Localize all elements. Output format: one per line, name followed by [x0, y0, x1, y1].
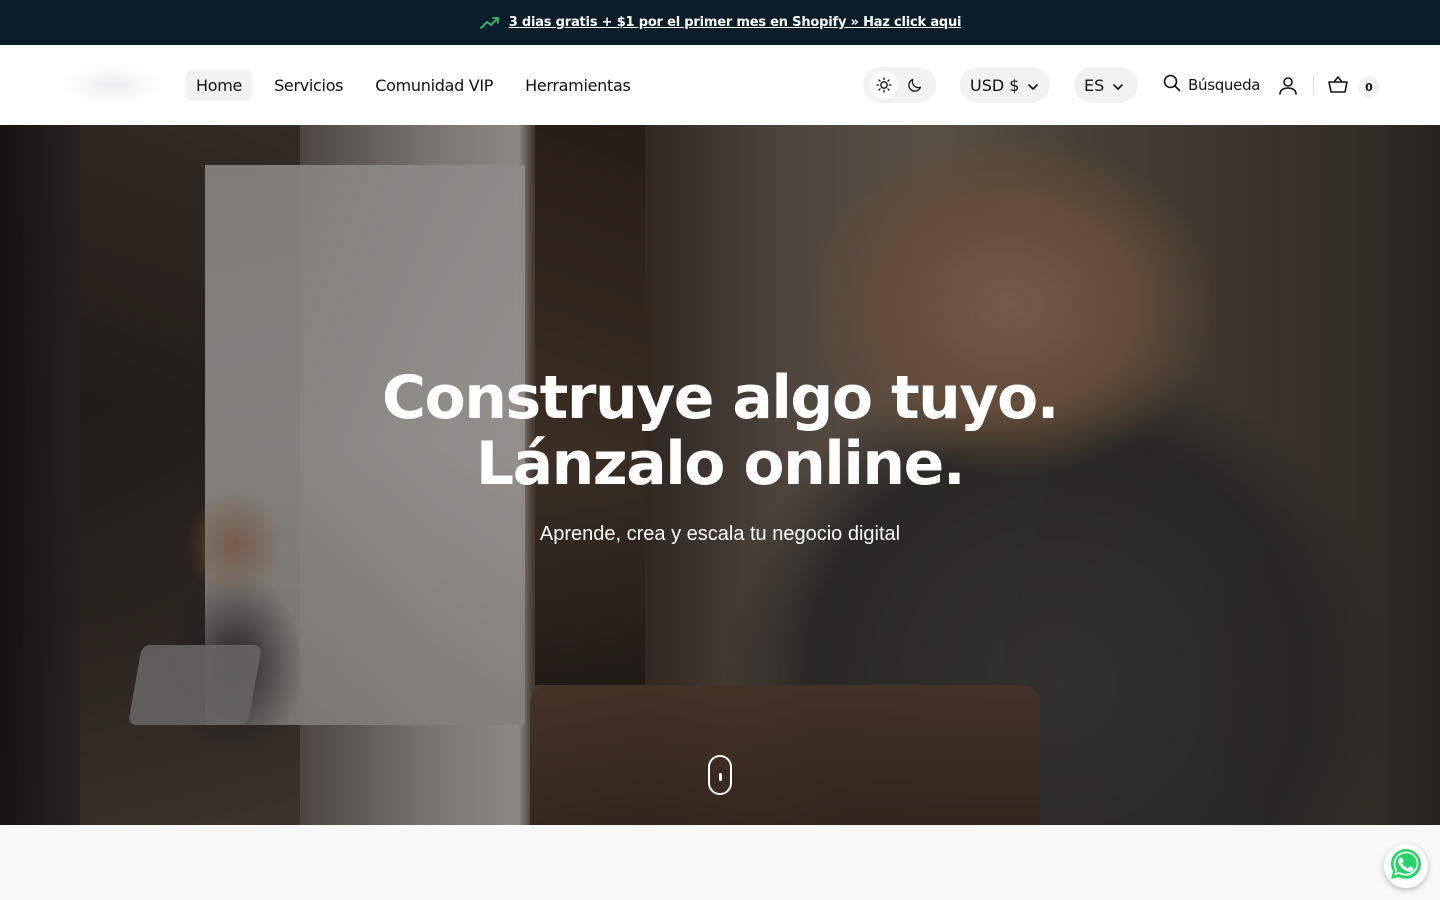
- whatsapp-button[interactable]: [1384, 844, 1428, 888]
- whatsapp-icon: [1388, 846, 1424, 886]
- hero-subtitle: Aprende, crea y escala tu negocio digita…: [539, 523, 901, 545]
- cart-button[interactable]: 0: [1326, 73, 1380, 101]
- language-selector[interactable]: ES: [1074, 67, 1138, 103]
- search-label: Búsqueda: [1188, 76, 1261, 94]
- currency-label: USD $: [970, 75, 1020, 95]
- announcement-bar: 3 dias gratis + $1 por el primer mes en …: [0, 0, 1440, 45]
- sun-icon[interactable]: [870, 71, 899, 99]
- scroll-down-icon[interactable]: [708, 755, 732, 795]
- nav-item-home[interactable]: Home: [186, 70, 253, 101]
- language-label: ES: [1084, 75, 1105, 95]
- site-logo[interactable]: [64, 65, 160, 105]
- nav-item-herramientas[interactable]: Herramientas: [515, 70, 640, 101]
- hero-title-line1: Construye algo tuyo.: [382, 363, 1060, 433]
- currency-selector[interactable]: USD $: [960, 67, 1050, 103]
- moon-icon[interactable]: [901, 71, 929, 99]
- trending-up-icon: [479, 12, 501, 34]
- hero-banner: Construye algo tuyo. Lánzalo online. Apr…: [0, 125, 1440, 825]
- announcement-link[interactable]: 3 dias gratis + $1 por el primer mes en …: [509, 15, 962, 30]
- theme-toggle: [863, 67, 936, 103]
- main-nav: Home Servicios Comunidad VIP Herramienta…: [186, 70, 653, 101]
- search-icon: [1162, 73, 1182, 97]
- nav-item-comunidad-vip[interactable]: Comunidad VIP: [365, 70, 503, 101]
- scroll-wheel: [719, 773, 722, 781]
- user-icon[interactable]: [1276, 74, 1300, 98]
- search-button[interactable]: Búsqueda: [1162, 73, 1260, 97]
- next-section: [0, 825, 1440, 900]
- site-header: Home Servicios Comunidad VIP Herramienta…: [0, 45, 1440, 125]
- chevron-down-icon: [1027, 76, 1039, 95]
- nav-item-servicios[interactable]: Servicios: [264, 70, 353, 101]
- header-divider: [1313, 75, 1314, 95]
- cart-count-badge: 0: [1358, 76, 1380, 98]
- chevron-down-icon: [1112, 76, 1124, 95]
- hero-title-line2: Lánzalo online.: [475, 429, 966, 499]
- basket-icon: [1326, 73, 1350, 101]
- hero-title: Construye algo tuyo. Lánzalo online.: [0, 365, 1440, 497]
